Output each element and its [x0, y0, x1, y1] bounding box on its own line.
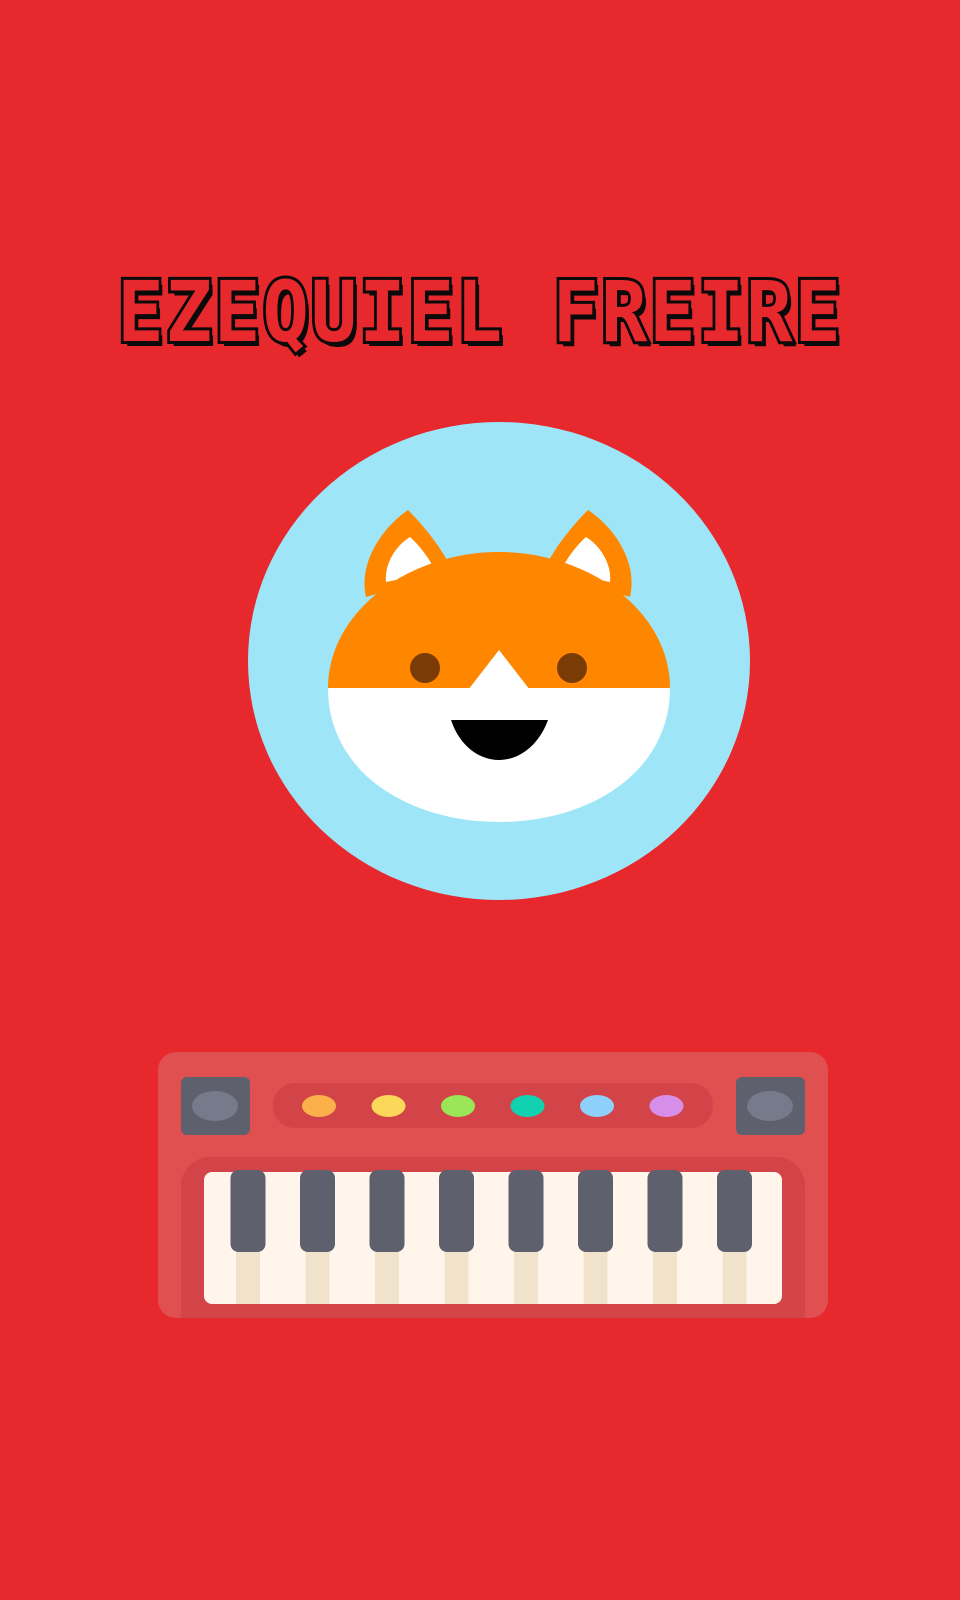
right-eye: [557, 653, 587, 683]
keyboard-button-orange[interactable]: [302, 1095, 336, 1117]
black-key[interactable]: [230, 1170, 266, 1252]
white-key-stripe: [236, 1252, 260, 1304]
page: EZEQUIEL FREIRE: [0, 0, 960, 1600]
white-key-stripe: [583, 1252, 608, 1304]
black-key[interactable]: [369, 1170, 405, 1252]
white-key-stripe: [722, 1252, 747, 1304]
black-key[interactable]: [508, 1170, 544, 1252]
keyboard-button-teal[interactable]: [510, 1095, 545, 1117]
black-key[interactable]: [647, 1170, 683, 1252]
fox-icon: [248, 422, 750, 900]
white-key-stripe: [653, 1252, 677, 1304]
left-knob: [192, 1091, 238, 1121]
white-key-stripe: [375, 1252, 399, 1304]
right-knob: [747, 1091, 793, 1121]
page-title: EZEQUIEL FREIRE: [114, 261, 843, 363]
white-key-stripe: [444, 1252, 469, 1304]
keyboard-button-green[interactable]: [441, 1095, 475, 1117]
keyboard-button-purple[interactable]: [649, 1095, 684, 1117]
white-key-stripe: [514, 1252, 538, 1304]
keyboard: [158, 1052, 828, 1318]
black-key[interactable]: [578, 1170, 613, 1252]
black-key[interactable]: [300, 1170, 335, 1252]
button-strip: [273, 1083, 713, 1128]
keyboard-button-blue[interactable]: [580, 1095, 614, 1117]
black-key[interactable]: [717, 1170, 752, 1252]
keyboard-icon: [158, 1052, 828, 1318]
keyboard-button-yellow[interactable]: [371, 1095, 406, 1117]
left-eye: [410, 653, 440, 683]
white-keys: [204, 1172, 782, 1304]
black-key[interactable]: [439, 1170, 474, 1252]
avatar: [248, 422, 750, 900]
white-key-stripe: [305, 1252, 330, 1304]
